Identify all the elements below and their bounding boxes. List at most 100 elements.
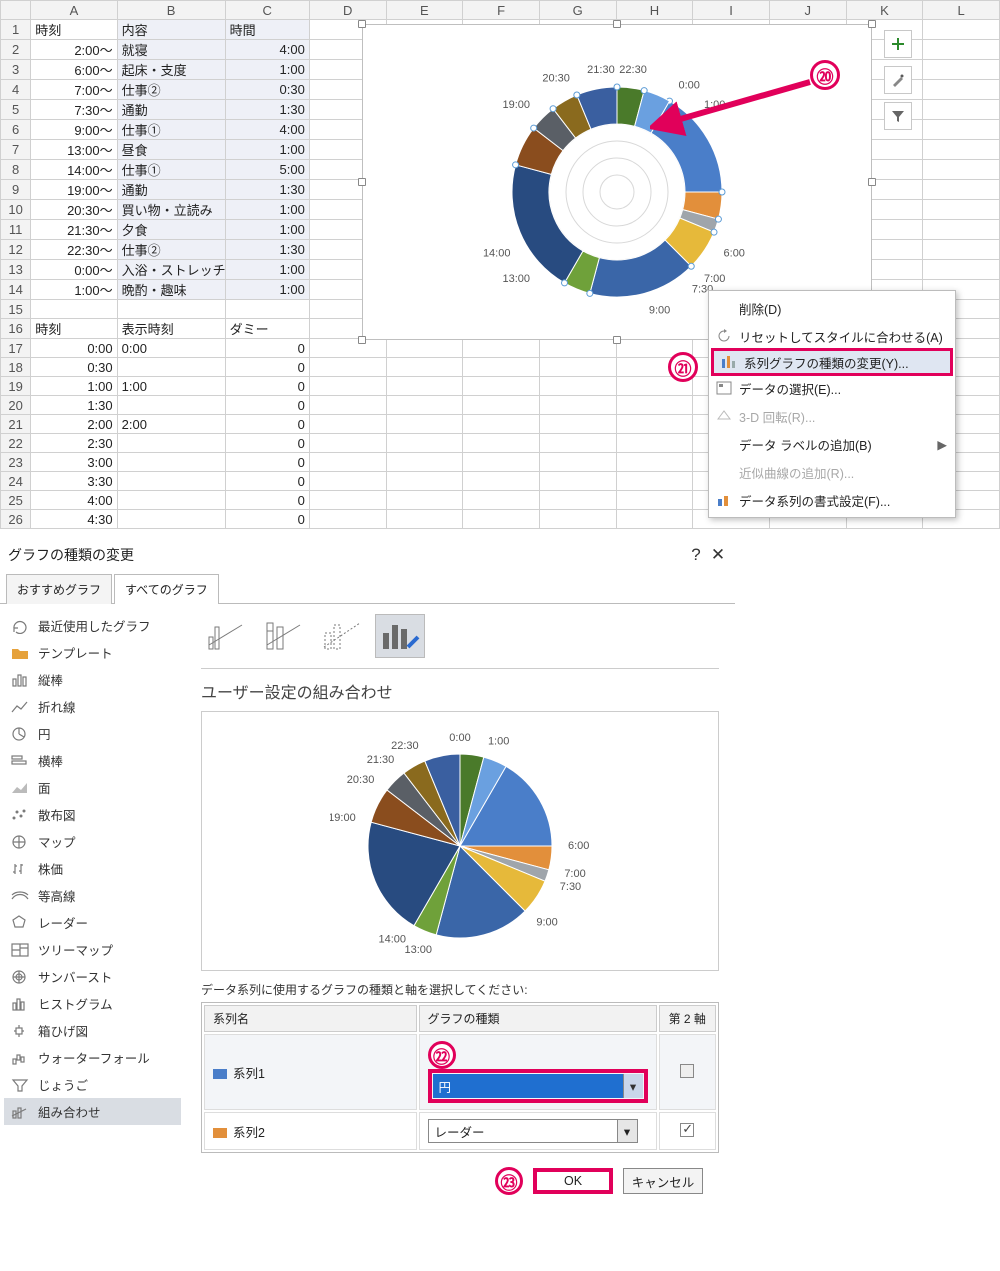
ctx-B[interactable]: データ ラベルの追加(B)▶ (709, 430, 955, 458)
cell[interactable]: 1:00 (117, 377, 225, 396)
cell[interactable] (117, 434, 225, 453)
row-18[interactable]: 18 (1, 358, 31, 377)
cell[interactable]: 0:00～ (31, 260, 117, 280)
tab-recommended[interactable]: おすすめグラフ (6, 574, 112, 604)
cell[interactable]: 2:00 (31, 415, 117, 434)
cell[interactable]: 4:00 (225, 40, 309, 60)
cell[interactable]: 4:00 (225, 120, 309, 140)
cancel-button[interactable]: キャンセル (623, 1168, 703, 1194)
cell[interactable]: 夕食 (117, 220, 225, 240)
cell[interactable]: 0 (225, 377, 309, 396)
chart-filters-button[interactable] (884, 102, 912, 130)
cell[interactable]: 0:30 (225, 80, 309, 100)
chartcat-recent[interactable]: 最近使用したグラフ (4, 612, 181, 639)
cell[interactable]: 仕事① (117, 160, 225, 180)
tab-all-charts[interactable]: すべてのグラフ (114, 574, 219, 604)
cell[interactable]: 3:30 (31, 472, 117, 491)
cell[interactable]: 0 (225, 339, 309, 358)
cell[interactable]: 3:00 (31, 453, 117, 472)
cell[interactable]: 就寝 (117, 40, 225, 60)
cell[interactable] (117, 491, 225, 510)
ctx-Y[interactable]: 系列グラフの種類の変更(Y)... (711, 348, 953, 376)
row-13[interactable]: 13 (1, 260, 31, 280)
row-17[interactable]: 17 (1, 339, 31, 358)
chartcat-surface[interactable]: 等高線 (4, 882, 181, 909)
row-14[interactable]: 14 (1, 280, 31, 300)
chartcat-column[interactable]: 縦棒 (4, 666, 181, 693)
row-1[interactable]: 1 (1, 20, 31, 40)
resize-handle[interactable] (613, 336, 621, 344)
series2-type-combo[interactable]: レーダー ▾ (428, 1119, 638, 1143)
cell[interactable]: 20:30～ (31, 200, 117, 220)
ctx-D[interactable]: 削除(D) (709, 294, 955, 322)
series2-axis2-checkbox[interactable] (680, 1123, 694, 1137)
row-12[interactable]: 12 (1, 240, 31, 260)
resize-handle[interactable] (358, 20, 366, 28)
row-2[interactable]: 2 (1, 40, 31, 60)
cell[interactable]: 仕事① (117, 120, 225, 140)
cell[interactable]: 仕事② (117, 240, 225, 260)
row-11[interactable]: 11 (1, 220, 31, 240)
subtype-custom[interactable] (375, 614, 425, 658)
col-I[interactable]: I (693, 1, 770, 20)
cell[interactable]: 起床・支度 (117, 60, 225, 80)
col-E[interactable]: E (386, 1, 463, 20)
cell[interactable]: 21:30～ (31, 220, 117, 240)
row-10[interactable]: 10 (1, 200, 31, 220)
resize-handle[interactable] (358, 178, 366, 186)
cell[interactable]: 1:00 (225, 200, 309, 220)
chartcat-waterfall[interactable]: ウォーターフォール (4, 1044, 181, 1071)
col-header-row[interactable]: A B C D E F G H I J K L (1, 1, 1000, 20)
ctx-E[interactable]: データの選択(E)... (709, 374, 955, 402)
cell[interactable]: 0:30 (31, 358, 117, 377)
cell[interactable]: 1:30 (225, 180, 309, 200)
subtype-bar-line-2axis[interactable] (317, 614, 367, 658)
ctx-F[interactable]: データ系列の書式設定(F)... (709, 486, 955, 514)
chartcat-histogram[interactable]: ヒストグラム (4, 990, 181, 1017)
row-26[interactable]: 26 (1, 510, 31, 529)
cell[interactable]: 買い物・立読み (117, 200, 225, 220)
col-H[interactable]: H (616, 1, 693, 20)
cell[interactable]: 5:00 (225, 160, 309, 180)
close-icon[interactable]: ✕ (707, 545, 729, 565)
cell[interactable]: 1:30 (31, 396, 117, 415)
row-16[interactable]: 16 (1, 319, 31, 339)
series1-type-combo[interactable]: 円 ▾ (433, 1074, 643, 1098)
cell[interactable]: 1:30 (225, 240, 309, 260)
chartcat-line[interactable]: 折れ線 (4, 693, 181, 720)
chartcat-sunburst[interactable]: サンバースト (4, 963, 181, 990)
cell[interactable]: 昼食 (117, 140, 225, 160)
chartcat-map[interactable]: マップ (4, 828, 181, 855)
row-5[interactable]: 5 (1, 100, 31, 120)
cell[interactable]: 0 (225, 415, 309, 434)
cell[interactable]: 1:00 (31, 377, 117, 396)
row-9[interactable]: 9 (1, 180, 31, 200)
cell[interactable]: 7:30～ (31, 100, 117, 120)
col-L[interactable]: L (923, 1, 1000, 20)
chart-element-button[interactable] (884, 30, 912, 58)
col-D[interactable]: D (309, 1, 386, 20)
cell[interactable]: 1:00 (225, 260, 309, 280)
cell[interactable]: 1:00～ (31, 280, 117, 300)
ok-button[interactable]: OK (533, 1168, 613, 1194)
cell[interactable]: 2:00～ (31, 40, 117, 60)
cell[interactable] (117, 453, 225, 472)
cell[interactable]: 時刻 (31, 319, 117, 339)
cell[interactable]: 晩酌・趣味 (117, 280, 225, 300)
row-23[interactable]: 23 (1, 453, 31, 472)
cell[interactable]: 4:30 (31, 510, 117, 529)
col-A[interactable]: A (31, 1, 117, 20)
row-7[interactable]: 7 (1, 140, 31, 160)
help-icon[interactable]: ? (685, 545, 707, 565)
col-K[interactable]: K (846, 1, 923, 20)
cell[interactable]: 内容 (117, 20, 225, 40)
chevron-down-icon[interactable]: ▾ (623, 1074, 643, 1098)
cell[interactable]: 通勤 (117, 100, 225, 120)
cell[interactable]: 1:00 (225, 140, 309, 160)
cell[interactable]: 仕事② (117, 80, 225, 100)
row-20[interactable]: 20 (1, 396, 31, 415)
chartcat-funnel[interactable]: じょうご (4, 1071, 181, 1098)
row-6[interactable]: 6 (1, 120, 31, 140)
cell[interactable]: 7:00～ (31, 80, 117, 100)
chart-styles-button[interactable] (884, 66, 912, 94)
